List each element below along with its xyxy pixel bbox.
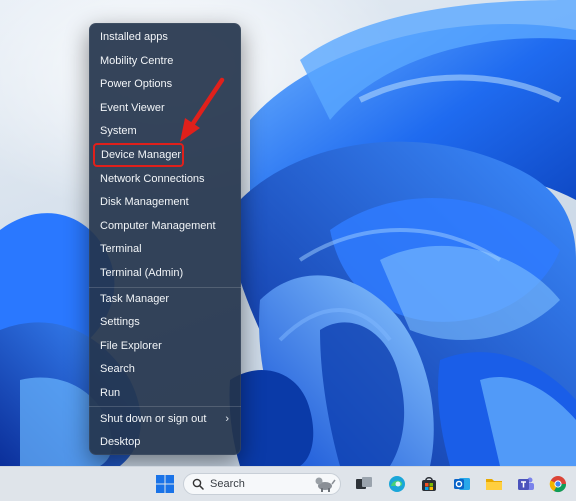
menu-item-terminal-admin[interactable]: Terminal (Admin) (93, 262, 237, 284)
menu-item-desktop[interactable]: Desktop (93, 431, 237, 453)
menu-item-system[interactable]: System (93, 120, 237, 142)
outlook-icon[interactable] (452, 474, 472, 494)
menu-item-search[interactable]: Search (93, 358, 237, 380)
menu-item-label: Shut down or sign out (100, 413, 207, 425)
menu-item-task-manager[interactable]: Task Manager (93, 288, 237, 310)
teams-icon[interactable] (516, 474, 536, 494)
menu-item-settings[interactable]: Settings (93, 311, 237, 333)
menu-item-mobility-centre[interactable]: Mobility Centre (93, 50, 237, 72)
menu-item-disk-management[interactable]: Disk Management (93, 191, 237, 213)
edge-icon[interactable] (387, 474, 407, 494)
menu-item-terminal[interactable]: Terminal (93, 238, 237, 260)
taskbar-search-box[interactable]: Search (183, 473, 341, 495)
chevron-right-icon: › (225, 413, 229, 425)
menu-item-power-options[interactable]: Power Options (93, 73, 237, 95)
search-icon (192, 478, 204, 490)
search-highlight-dog-icon (315, 477, 336, 492)
menu-item-computer-management[interactable]: Computer Management (93, 215, 237, 237)
taskbar: Search (0, 466, 576, 501)
menu-item-device-manager[interactable]: Device Manager (93, 143, 184, 167)
store-icon[interactable] (419, 474, 439, 494)
menu-item-installed-apps[interactable]: Installed apps (93, 26, 237, 48)
chrome-icon[interactable] (548, 474, 568, 494)
menu-item-network-connections[interactable]: Network Connections (93, 168, 237, 190)
windows-bloom-wallpaper (0, 0, 576, 466)
start-icon[interactable] (155, 474, 175, 494)
desktop-wallpaper (0, 0, 576, 466)
task-view-icon[interactable] (354, 474, 374, 494)
search-placeholder: Search (210, 478, 245, 490)
menu-item-shut-down-or-sign-out[interactable]: Shut down or sign out › (93, 408, 237, 430)
quick-link-menu: Installed apps Mobility Centre Power Opt… (89, 23, 241, 455)
file-explorer-icon[interactable] (484, 474, 504, 494)
menu-separator (89, 406, 241, 407)
menu-item-run[interactable]: Run (93, 382, 237, 404)
menu-item-event-viewer[interactable]: Event Viewer (93, 97, 237, 119)
menu-item-file-explorer[interactable]: File Explorer (93, 335, 237, 357)
